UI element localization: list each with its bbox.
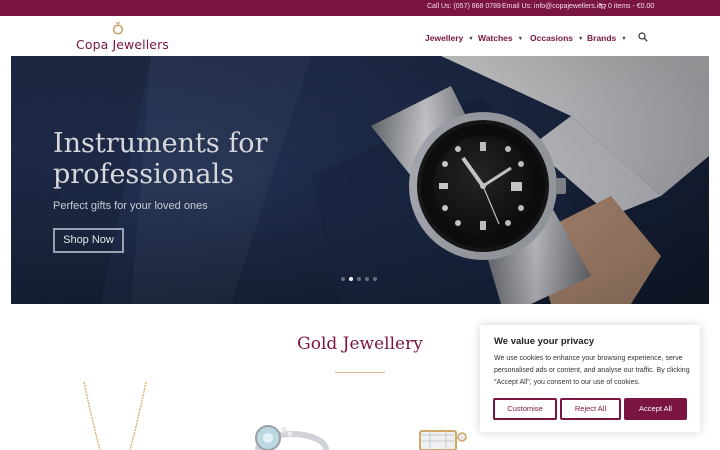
nav-brands[interactable]: Brands ▼ xyxy=(587,33,627,43)
site-header: Copa Jewellers Jewellery ▼ Watches ▼ Occas… xyxy=(0,16,720,56)
nav-jewellery-label: Jewellery xyxy=(425,33,464,43)
chevron-down-icon: ▼ xyxy=(578,36,584,42)
shop-now-button[interactable]: Shop Now xyxy=(53,228,124,253)
nav-watches[interactable]: Watches ▼ xyxy=(478,33,523,43)
chevron-down-icon: ▼ xyxy=(517,36,524,42)
slider-dot[interactable] xyxy=(357,277,361,281)
slider-dot[interactable] xyxy=(373,277,377,281)
cookie-description: We use cookies to enhance your browsing … xyxy=(494,355,690,386)
customise-button[interactable]: Customise xyxy=(493,398,557,420)
slider-dot[interactable] xyxy=(365,277,369,281)
cart-summary: 0 items - €0.00 xyxy=(608,3,655,10)
reject-all-button[interactable]: Reject All xyxy=(560,398,621,420)
section-divider xyxy=(335,372,385,373)
section-title: Gold Jewellery xyxy=(297,334,423,354)
email-link[interactable]: Email Us: info@copajewellers.ie xyxy=(502,3,602,10)
hero-title: Instruments for professionals xyxy=(53,128,268,190)
nav-watches-label: Watches xyxy=(478,33,513,43)
search-icon[interactable] xyxy=(638,32,648,42)
chevron-down-icon: ▼ xyxy=(621,36,627,42)
slider-dot-active[interactable] xyxy=(349,277,353,281)
site-logo[interactable]: Copa Jewellers xyxy=(76,20,176,52)
cart-icon xyxy=(599,3,606,9)
nav-jewellery[interactable]: Jewellery ▼ xyxy=(425,33,474,43)
phone-link[interactable]: Call Us: (057) 868 0789 xyxy=(427,3,501,10)
cookie-consent-dialog: We value your privacy We use cookies to … xyxy=(480,325,700,432)
hero-subtitle: Perfect gifts for your loved ones xyxy=(53,200,208,212)
cart-link[interactable]: 0 items - €0.00 xyxy=(599,3,654,10)
nav-brands-label: Brands xyxy=(587,33,617,43)
chevron-down-icon: ▼ xyxy=(468,36,474,42)
slider-dot[interactable] xyxy=(341,277,345,281)
nav-occasions-label: Occasions xyxy=(530,33,573,43)
product-image-ring-diamond[interactable] xyxy=(400,425,490,450)
product-image-necklace[interactable] xyxy=(70,380,160,450)
brand-name: Copa Jewellers xyxy=(76,37,169,52)
top-info-bar: Call Us: (057) 868 0789 Email Us: info@c… xyxy=(0,0,720,16)
hero-slider: Instruments for professionals Perfect gi… xyxy=(11,56,709,304)
nav-occasions[interactable]: Occasions ▼ xyxy=(530,33,583,43)
ring-logo-icon xyxy=(112,21,124,35)
cookie-title: We value your privacy xyxy=(494,336,595,347)
accept-all-button[interactable]: Accept All xyxy=(624,398,687,420)
product-image-ring-topaz[interactable] xyxy=(240,420,330,450)
